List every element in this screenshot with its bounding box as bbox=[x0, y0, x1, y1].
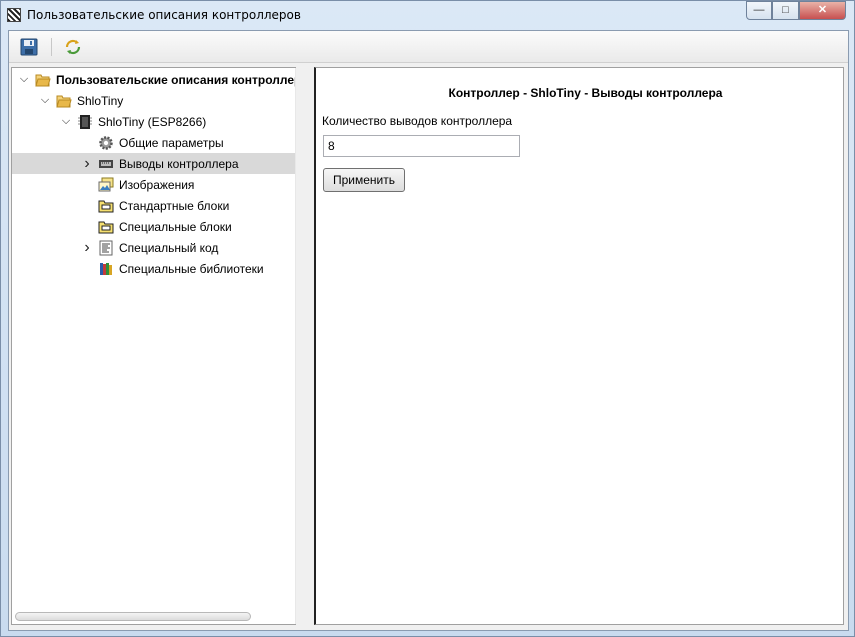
tree-item-label: Специальный код bbox=[119, 240, 219, 255]
tree-item-esp8266[interactable]: ⌵ ShloTiny (ESP8266) bbox=[12, 111, 295, 132]
panel-title: Контроллер - ShloTiny - Выводы контролле… bbox=[448, 86, 723, 100]
folder-open-icon bbox=[56, 95, 72, 107]
tree-divider bbox=[295, 68, 296, 624]
tree-item-controller-pins[interactable]: › Выводы контроллера bbox=[12, 153, 295, 174]
details-panel: Контроллер - ShloTiny - Выводы контролле… bbox=[314, 67, 844, 625]
pins-icon bbox=[99, 159, 113, 168]
save-icon bbox=[20, 38, 38, 56]
tree-item-general-params[interactable]: Общие параметры bbox=[12, 132, 295, 153]
toolbar-separator bbox=[51, 38, 52, 56]
save-button[interactable] bbox=[18, 36, 40, 58]
refresh-button[interactable] bbox=[62, 36, 84, 58]
tree-item-label: ShloTiny (ESP8266) bbox=[98, 114, 207, 129]
pins-count-input[interactable] bbox=[323, 135, 520, 157]
client-area: ⌵ Пользовательские описания контроллеров… bbox=[8, 30, 849, 631]
window-title: Пользовательские описания контроллеров bbox=[27, 8, 301, 22]
title-bar[interactable]: Пользовательские описания контроллеров —… bbox=[1, 1, 854, 29]
expander-chevron-icon[interactable]: ⌵ bbox=[60, 115, 72, 128]
gear-icon bbox=[99, 135, 113, 150]
expander-chevron-icon[interactable]: ⌵ bbox=[39, 94, 51, 107]
tree-item-special-code[interactable]: › Специальный код bbox=[12, 237, 295, 258]
pane-splitter[interactable] bbox=[299, 67, 303, 625]
tree-item-label: Пользовательские описания контроллеров bbox=[56, 72, 295, 87]
tree-item-label: Специальные блоки bbox=[119, 219, 232, 234]
code-icon bbox=[99, 240, 113, 255]
tree-item-standard-blocks[interactable]: Стандартные блоки bbox=[12, 195, 295, 216]
app-window: Пользовательские описания контроллеров —… bbox=[0, 0, 855, 637]
close-button[interactable]: ✕ bbox=[799, 1, 846, 20]
library-icon bbox=[100, 262, 112, 275]
expander-chevron-icon[interactable]: › bbox=[81, 239, 93, 257]
refresh-icon bbox=[65, 39, 81, 55]
tree-item-shlotiny[interactable]: ⌵ ShloTiny bbox=[12, 90, 295, 111]
tree-horizontal-scrollbar[interactable] bbox=[15, 612, 251, 621]
tree-item-label: Выводы контроллера bbox=[119, 156, 239, 171]
apply-button[interactable]: Применить bbox=[323, 168, 405, 192]
controller-tree[interactable]: ⌵ Пользовательские описания контроллеров… bbox=[11, 67, 296, 625]
toolbar bbox=[9, 31, 848, 63]
tree-item-root[interactable]: ⌵ Пользовательские описания контроллеров bbox=[12, 69, 295, 90]
tree-item-images[interactable]: Изображения bbox=[12, 174, 295, 195]
expander-chevron-icon[interactable]: ⌵ bbox=[18, 73, 30, 86]
minimize-button[interactable]: — bbox=[746, 1, 772, 20]
tree-item-label: Стандартные блоки bbox=[119, 198, 230, 213]
app-icon bbox=[7, 8, 21, 22]
folder-open-icon bbox=[35, 74, 51, 86]
chip-icon bbox=[78, 114, 92, 129]
images-icon bbox=[98, 177, 114, 191]
expander-chevron-icon[interactable]: › bbox=[81, 155, 93, 173]
tree-item-label: Специальные библиотеки bbox=[119, 261, 264, 276]
tree-item-special-blocks[interactable]: Специальные блоки bbox=[12, 216, 295, 237]
blocks-icon bbox=[98, 221, 114, 233]
tree-item-special-libraries[interactable]: Специальные библиотеки bbox=[12, 258, 295, 279]
pins-count-label: Количество выводов контроллера bbox=[322, 114, 513, 128]
tree-item-label: ShloTiny bbox=[77, 93, 124, 108]
maximize-button[interactable]: □ bbox=[772, 1, 799, 20]
tree-item-label: Изображения bbox=[119, 177, 195, 192]
tree-item-label: Общие параметры bbox=[119, 135, 224, 150]
blocks-icon bbox=[98, 200, 114, 212]
